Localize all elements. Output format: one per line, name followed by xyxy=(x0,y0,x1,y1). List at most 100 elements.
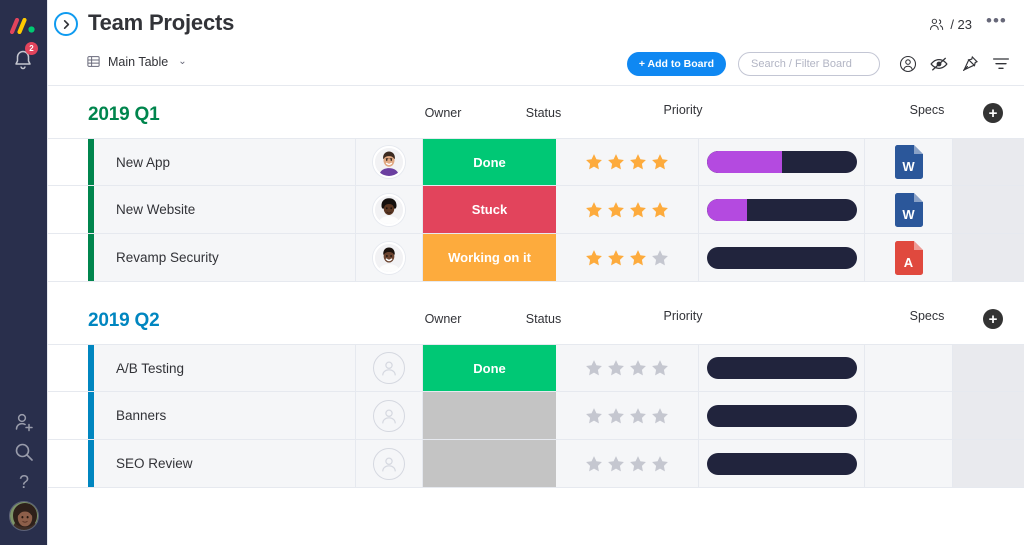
avatar-placeholder-icon[interactable] xyxy=(373,448,405,480)
question-mark-icon[interactable]: ? xyxy=(12,470,36,494)
group-title[interactable]: 2019 Q2 xyxy=(48,298,160,337)
row-name-cell[interactable]: Revamp Security xyxy=(94,234,356,281)
add-column-button[interactable]: + xyxy=(983,309,1003,329)
row-name-cell[interactable]: A/B Testing xyxy=(94,345,356,391)
word-file-icon[interactable]: W xyxy=(895,193,923,227)
row-owner-cell[interactable] xyxy=(356,392,423,439)
expand-sidebar-button[interactable] xyxy=(54,12,78,36)
row-specs-cell[interactable]: W xyxy=(865,186,953,233)
progress-bar[interactable] xyxy=(707,247,857,269)
star-icon[interactable] xyxy=(650,152,670,172)
row-priority-cell[interactable] xyxy=(556,186,699,233)
progress-bar[interactable] xyxy=(707,357,857,379)
owner-avatar[interactable] xyxy=(373,242,405,274)
progress-bar[interactable] xyxy=(707,453,857,475)
star-icon[interactable] xyxy=(606,358,626,378)
add-person-icon[interactable] xyxy=(12,410,36,434)
row-status-cell[interactable]: Done xyxy=(423,345,556,391)
row-progress-cell[interactable] xyxy=(699,345,865,391)
group-title[interactable]: 2019 Q1 xyxy=(48,92,160,131)
table-row[interactable]: Banners xyxy=(48,392,1024,440)
search-input[interactable] xyxy=(738,52,880,76)
row-name-cell[interactable]: SEO Review xyxy=(94,440,356,487)
column-header-priority[interactable]: Priority xyxy=(563,309,803,323)
ellipsis-icon[interactable]: ••• xyxy=(986,14,1006,34)
row-specs-cell[interactable] xyxy=(865,392,953,439)
owner-avatar[interactable] xyxy=(373,146,405,178)
person-circle-icon[interactable] xyxy=(898,54,918,74)
row-extra-cell[interactable] xyxy=(953,186,1024,233)
star-icon[interactable] xyxy=(650,248,670,268)
row-specs-cell[interactable]: W xyxy=(865,139,953,185)
star-icon[interactable] xyxy=(584,248,604,268)
star-icon[interactable] xyxy=(584,152,604,172)
row-owner-cell[interactable] xyxy=(356,234,423,281)
star-icon[interactable] xyxy=(628,200,648,220)
notifications-button[interactable]: 2 xyxy=(11,44,37,72)
progress-bar[interactable] xyxy=(707,151,857,173)
progress-bar[interactable] xyxy=(707,405,857,427)
row-priority-cell[interactable] xyxy=(556,392,699,439)
star-icon[interactable] xyxy=(606,200,626,220)
row-progress-cell[interactable] xyxy=(699,234,865,281)
row-name-cell[interactable]: New App xyxy=(94,139,356,185)
table-row[interactable]: New App Done W xyxy=(48,138,1024,186)
table-row[interactable]: SEO Review xyxy=(48,440,1024,488)
add-column-button[interactable]: + xyxy=(983,103,1003,123)
star-icon[interactable] xyxy=(606,152,626,172)
star-icon[interactable] xyxy=(628,454,648,474)
filter-icon[interactable] xyxy=(991,54,1011,74)
avatar-placeholder-icon[interactable] xyxy=(373,400,405,432)
row-priority-cell[interactable] xyxy=(556,139,699,185)
star-icon[interactable] xyxy=(650,454,670,474)
monday-logo-icon[interactable] xyxy=(10,18,37,34)
word-file-icon[interactable]: W xyxy=(895,145,923,179)
star-icon[interactable] xyxy=(650,406,670,426)
board-members[interactable]: / 23 xyxy=(928,16,972,33)
add-to-board-button[interactable]: + Add to Board xyxy=(627,52,726,76)
row-extra-cell[interactable] xyxy=(953,139,1024,185)
row-priority-cell[interactable] xyxy=(556,234,699,281)
row-progress-cell[interactable] xyxy=(699,440,865,487)
row-progress-cell[interactable] xyxy=(699,186,865,233)
row-extra-cell[interactable] xyxy=(953,392,1024,439)
row-status-cell[interactable] xyxy=(423,440,556,487)
row-specs-cell[interactable] xyxy=(865,440,953,487)
star-icon[interactable] xyxy=(584,200,604,220)
column-header-owner[interactable]: Owner xyxy=(413,312,473,326)
table-row[interactable]: A/B Testing Done xyxy=(48,344,1024,392)
star-icon[interactable] xyxy=(628,152,648,172)
star-icon[interactable] xyxy=(584,406,604,426)
pin-icon[interactable] xyxy=(960,54,980,74)
star-icon[interactable] xyxy=(606,248,626,268)
row-priority-cell[interactable] xyxy=(556,345,699,391)
row-status-cell[interactable] xyxy=(423,392,556,439)
row-extra-cell[interactable] xyxy=(953,440,1024,487)
row-status-cell[interactable]: Done xyxy=(423,139,556,185)
star-icon[interactable] xyxy=(606,454,626,474)
row-name-cell[interactable]: New Website xyxy=(94,186,356,233)
column-header-specs[interactable]: Specs xyxy=(883,103,971,117)
row-name-cell[interactable]: Banners xyxy=(94,392,356,439)
star-icon[interactable] xyxy=(606,406,626,426)
owner-avatar[interactable] xyxy=(373,194,405,226)
avatar-placeholder-icon[interactable] xyxy=(373,352,405,384)
column-header-specs[interactable]: Specs xyxy=(883,309,971,323)
star-icon[interactable] xyxy=(628,358,648,378)
row-owner-cell[interactable] xyxy=(356,186,423,233)
row-specs-cell[interactable] xyxy=(865,345,953,391)
chevron-down-icon[interactable]: ⌄ xyxy=(178,56,186,67)
star-icon[interactable] xyxy=(584,358,604,378)
acrobat-file-icon[interactable]: A xyxy=(895,241,923,275)
search-icon[interactable] xyxy=(12,440,36,464)
row-status-cell[interactable]: Stuck xyxy=(423,186,556,233)
row-progress-cell[interactable] xyxy=(699,139,865,185)
column-header-owner[interactable]: Owner xyxy=(413,106,473,120)
table-row[interactable]: New Website Stuck W xyxy=(48,186,1024,234)
star-icon[interactable] xyxy=(650,200,670,220)
row-extra-cell[interactable] xyxy=(953,345,1024,391)
eye-icon[interactable] xyxy=(929,54,949,74)
column-header-priority[interactable]: Priority xyxy=(563,103,803,117)
tab-main-table[interactable]: Main Table ⌄ xyxy=(86,54,187,69)
row-status-cell[interactable]: Working on it xyxy=(423,234,556,281)
